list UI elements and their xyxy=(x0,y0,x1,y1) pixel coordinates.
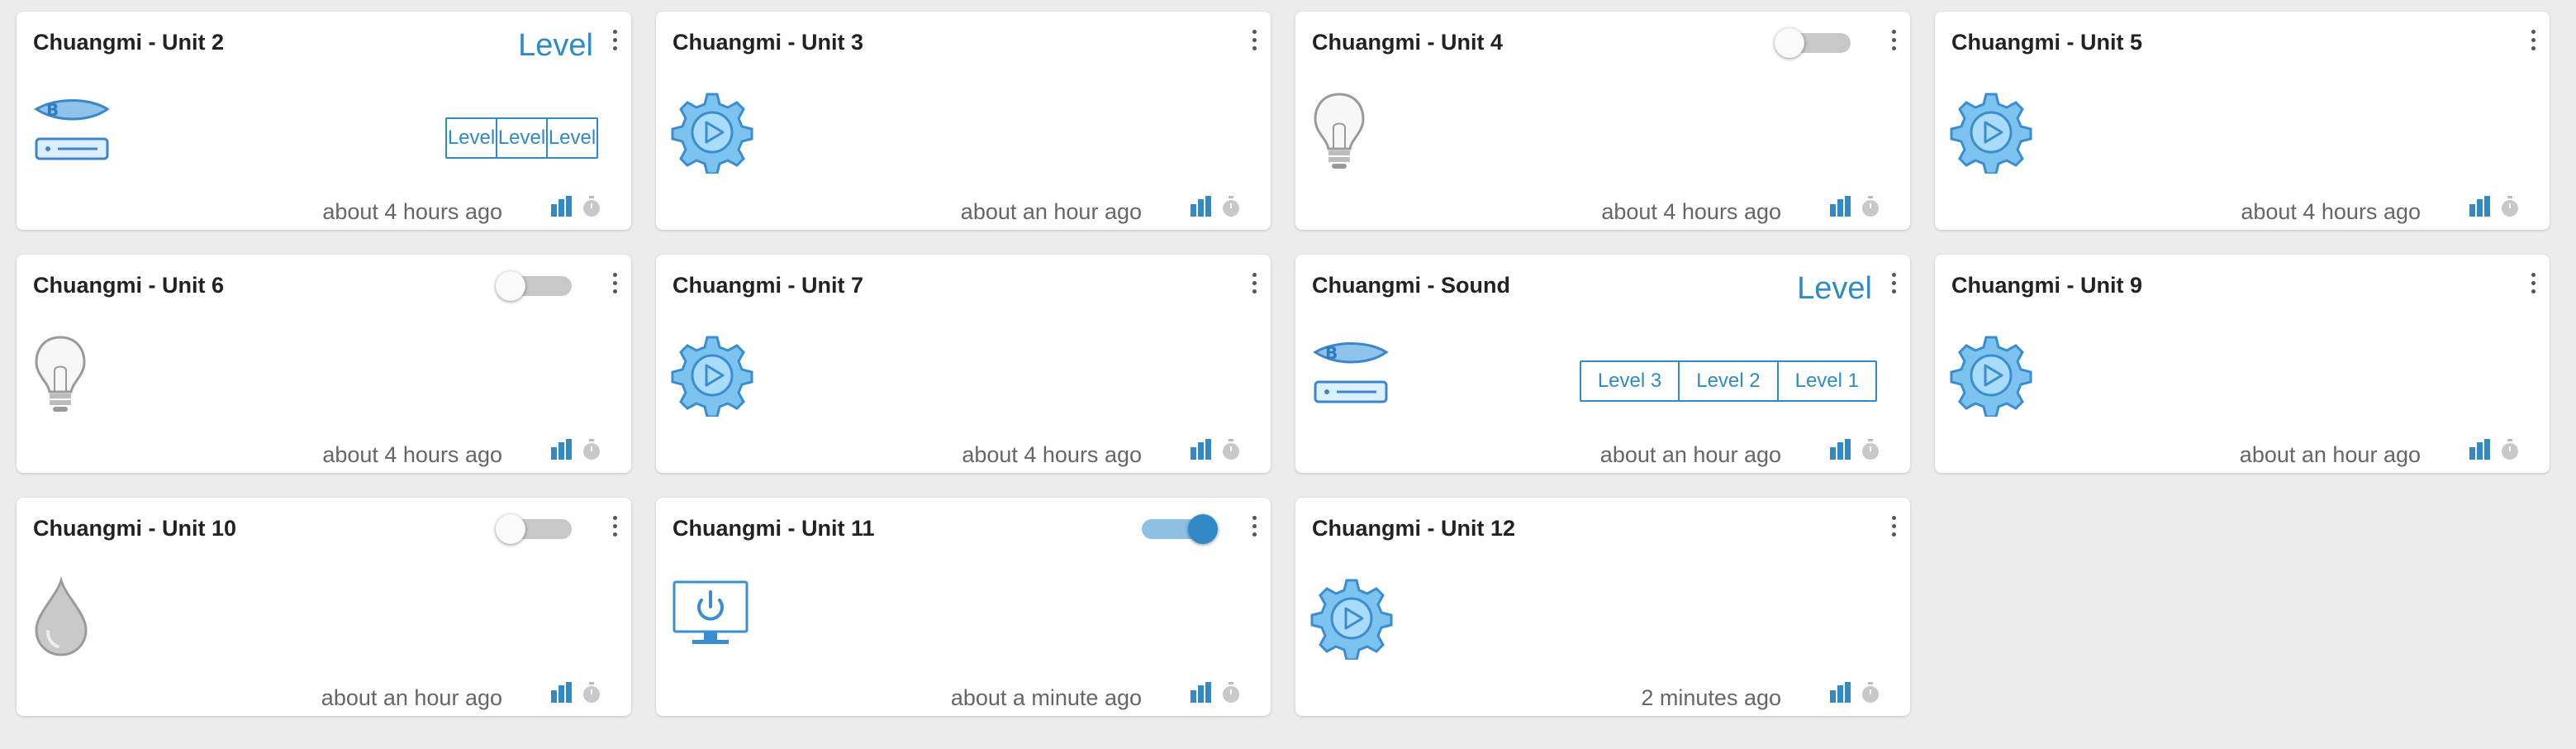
bar-chart-icon[interactable] xyxy=(550,196,573,222)
card-title: Chuangmi - Unit 5 xyxy=(1951,30,2142,55)
last-updated: about 4 hours ago xyxy=(962,442,1142,467)
card-title: Chuangmi - Unit 9 xyxy=(1951,273,2142,298)
timer-icon[interactable] xyxy=(1861,196,1880,222)
last-updated: 2 minutes ago xyxy=(1641,685,1781,710)
card-title: Chuangmi - Sound xyxy=(1312,273,1510,298)
more-menu-button[interactable] xyxy=(1885,509,1902,542)
timer-icon[interactable] xyxy=(1861,682,1880,708)
bar-chart-icon[interactable] xyxy=(1190,682,1213,708)
device-card[interactable]: Chuangmi - Unit 4 about 4 hours ago xyxy=(1295,12,1910,230)
last-updated: about a minute ago xyxy=(950,685,1142,710)
water-drop-icon xyxy=(31,575,91,664)
timer-icon[interactable] xyxy=(582,439,601,465)
card-title: Chuangmi - Unit 6 xyxy=(33,273,224,298)
bar-chart-icon[interactable] xyxy=(550,439,573,465)
timer-icon[interactable] xyxy=(1221,196,1241,222)
device-card[interactable]: Chuangmi - Unit 11 about a minute ago xyxy=(656,498,1271,716)
power-toggle[interactable] xyxy=(1775,28,1857,58)
timer-icon[interactable] xyxy=(1221,682,1241,708)
device-card[interactable]: Chuangmi - Unit 10 about an hour ago xyxy=(17,498,631,716)
device-card[interactable]: Chuangmi - Unit 9 about an hour ago xyxy=(1935,255,2550,473)
device-card[interactable]: Chuangmi - Unit 6 about 4 hours ago xyxy=(17,255,631,473)
device-card[interactable]: Chuangmi - Unit 12 2 minutes ago xyxy=(1295,498,1910,716)
svg-text:B: B xyxy=(1325,343,1338,363)
bar-chart-icon[interactable] xyxy=(1829,682,1852,708)
bar-chart-icon[interactable] xyxy=(1829,439,1852,465)
level-button[interactable]: Level xyxy=(447,119,497,157)
level-button[interactable]: Level xyxy=(548,119,596,157)
more-menu-button[interactable] xyxy=(1885,23,1902,56)
timer-icon[interactable] xyxy=(582,682,601,708)
last-updated: about 4 hours ago xyxy=(1601,199,1781,224)
device-card[interactable]: Chuangmi - Unit 5 about 4 hours ago xyxy=(1935,12,2550,230)
monitor-power-icon xyxy=(671,577,753,656)
bar-chart-icon[interactable] xyxy=(550,682,573,708)
device-card[interactable]: Chuangmi - Sound Level B Level 3 Level 2… xyxy=(1295,255,1910,473)
last-updated: about an hour ago xyxy=(321,685,502,710)
svg-text:B: B xyxy=(46,100,59,120)
more-menu-button[interactable] xyxy=(606,266,623,299)
bar-chart-icon[interactable] xyxy=(1190,196,1213,222)
last-updated: about an hour ago xyxy=(2239,442,2421,467)
level-button-group: Level Level Level xyxy=(445,117,598,159)
bar-chart-icon[interactable] xyxy=(2469,196,2492,222)
device-card[interactable]: Chuangmi - Unit 2 Level B Level Level Le… xyxy=(17,12,631,230)
gear-play-icon xyxy=(671,334,753,421)
timer-icon[interactable] xyxy=(2500,196,2520,222)
bluray-player-icon: B xyxy=(31,91,111,174)
level-3-button[interactable]: Level 3 xyxy=(1581,362,1680,400)
level-button[interactable]: Level xyxy=(497,119,548,157)
timer-icon[interactable] xyxy=(582,196,601,222)
level-1-button[interactable]: Level 1 xyxy=(1779,362,1875,400)
timer-icon[interactable] xyxy=(1221,439,1241,465)
last-updated: about 4 hours ago xyxy=(322,199,502,224)
device-card[interactable]: Chuangmi - Unit 7 about 4 hours ago xyxy=(656,255,1271,473)
power-toggle[interactable] xyxy=(496,514,578,544)
level-label: Level xyxy=(518,28,593,63)
level-2-button[interactable]: Level 2 xyxy=(1680,362,1779,400)
device-grid: Chuangmi - Unit 2 Level B Level Level Le… xyxy=(17,12,2550,716)
bar-chart-icon[interactable] xyxy=(1190,439,1213,465)
more-menu-button[interactable] xyxy=(1246,266,1262,299)
card-title: Chuangmi - Unit 4 xyxy=(1312,30,1503,55)
card-title: Chuangmi - Unit 11 xyxy=(673,516,875,541)
gear-play-icon xyxy=(1310,577,1393,664)
level-button-group: Level 3 Level 2 Level 1 xyxy=(1579,360,1877,402)
power-toggle[interactable] xyxy=(496,271,578,301)
last-updated: about an hour ago xyxy=(1599,442,1781,467)
device-card[interactable]: Chuangmi - Unit 3 about an hour ago xyxy=(656,12,1271,230)
gear-play-icon xyxy=(1950,334,2032,421)
more-menu-button[interactable] xyxy=(1246,509,1262,542)
last-updated: about 4 hours ago xyxy=(322,442,502,467)
card-title: Chuangmi - Unit 10 xyxy=(33,516,237,541)
level-label: Level xyxy=(1797,271,1872,306)
more-menu-button[interactable] xyxy=(2525,23,2541,56)
more-menu-button[interactable] xyxy=(606,509,623,542)
card-title: Chuangmi - Unit 7 xyxy=(673,273,863,298)
card-title: Chuangmi - Unit 12 xyxy=(1312,516,1516,541)
gear-play-icon xyxy=(1950,91,2032,178)
more-menu-button[interactable] xyxy=(1885,266,1902,299)
more-menu-button[interactable] xyxy=(606,23,623,56)
card-title: Chuangmi - Unit 3 xyxy=(673,30,863,55)
last-updated: about 4 hours ago xyxy=(2241,199,2421,224)
gear-play-icon xyxy=(671,91,753,178)
bar-chart-icon[interactable] xyxy=(1829,196,1852,222)
timer-icon[interactable] xyxy=(2500,439,2520,465)
more-menu-button[interactable] xyxy=(1246,23,1262,56)
last-updated: about an hour ago xyxy=(960,199,1142,224)
lightbulb-icon xyxy=(1310,91,1368,178)
lightbulb-icon xyxy=(31,334,89,421)
timer-icon[interactable] xyxy=(1861,439,1880,465)
bluray-player-icon: B xyxy=(1310,334,1390,417)
power-toggle[interactable] xyxy=(1135,514,1218,544)
bar-chart-icon[interactable] xyxy=(2469,439,2492,465)
more-menu-button[interactable] xyxy=(2525,266,2541,299)
card-title: Chuangmi - Unit 2 xyxy=(33,30,224,55)
